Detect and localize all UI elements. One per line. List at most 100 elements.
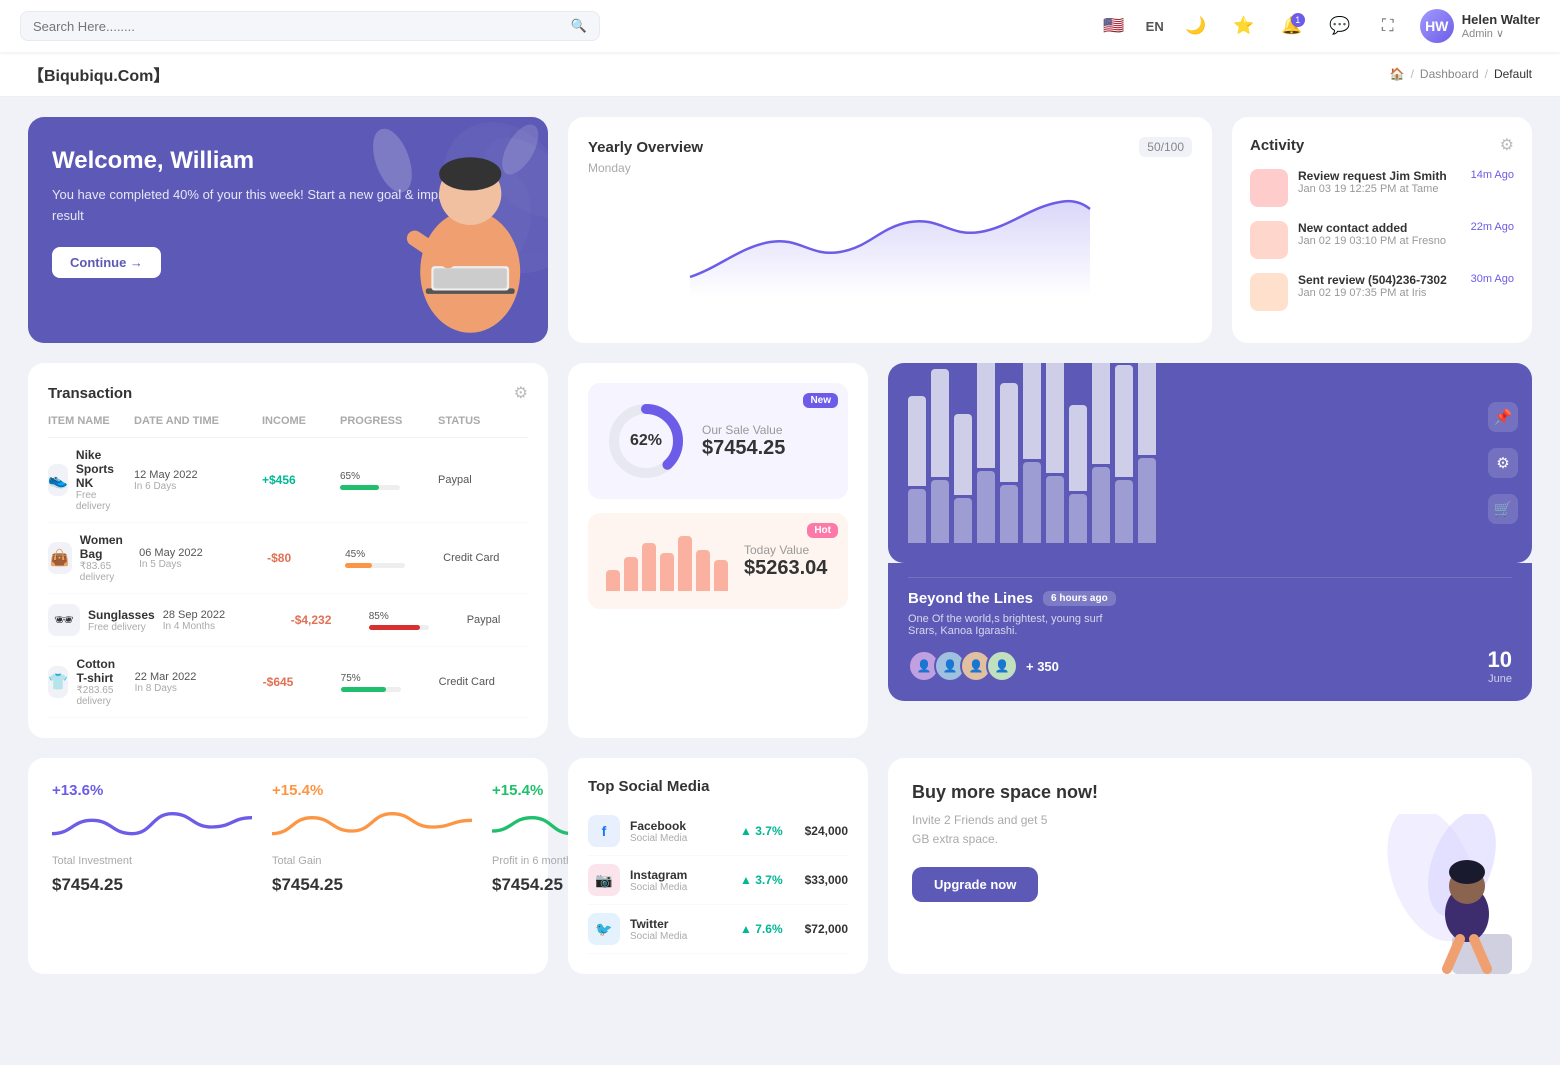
- beyond-date-section: 10 June: [1488, 647, 1512, 685]
- activity-thumb-1: [1250, 221, 1288, 259]
- progress-fill-2: [369, 625, 420, 630]
- activity-list: Review request Jim Smith Jan 03 19 12:25…: [1250, 169, 1514, 311]
- notification-icon[interactable]: 🔔 1: [1276, 10, 1308, 42]
- continue-button[interactable]: Continue →: [52, 247, 161, 278]
- sale-value-amount: $7454.25: [702, 437, 785, 460]
- stat-pct-1: +15.4%: [272, 782, 472, 799]
- bar-dark-7: [1069, 405, 1087, 491]
- social-title: Top Social Media: [588, 778, 709, 795]
- bar-dark-5: [1023, 363, 1041, 459]
- chart-cart-icon[interactable]: 🛒: [1488, 494, 1518, 524]
- social-sub-0: Social Media: [630, 833, 687, 844]
- bar-item-9: [1115, 365, 1133, 544]
- stats-card: +13.6% Total Investment $7454.25 +15.4% …: [28, 758, 548, 974]
- item-name-3: Cotton T-shirt: [76, 657, 126, 685]
- user-role: Admin ∨: [1462, 27, 1540, 40]
- activity-settings-button[interactable]: ⚙: [1500, 135, 1514, 155]
- date-main-2: 28 Sep 2022: [163, 609, 283, 621]
- progress-pct-0: 65%: [340, 471, 430, 482]
- bar-light-9: [1115, 480, 1133, 543]
- bar-light-10: [1138, 458, 1156, 544]
- search-bar[interactable]: 🔍: [20, 11, 600, 41]
- activity-thumb-0: [1250, 169, 1288, 207]
- star-icon[interactable]: ⭐: [1228, 10, 1260, 42]
- bar-item-2: [954, 414, 972, 543]
- beyond-footer: 👤 👤 👤 👤 + 350 10 June: [908, 647, 1512, 685]
- chart-gear-icon[interactable]: ⚙: [1488, 448, 1518, 478]
- item-cell-1: 👜 Women Bag ₹83.65 delivery: [48, 533, 131, 583]
- social-amount-2: $72,000: [805, 922, 848, 936]
- item-cell-2: 🕶 Sunglasses Free delivery: [48, 604, 155, 636]
- bar-light-3: [977, 471, 995, 543]
- upgrade-button[interactable]: Upgrade now: [912, 867, 1038, 902]
- buy-space-card: Buy more space now! Invite 2 Friends and…: [888, 758, 1532, 974]
- item-sub-1: ₹83.65 delivery: [80, 561, 131, 583]
- moon-icon[interactable]: 🌙: [1180, 10, 1212, 42]
- mini-bar-4: [678, 536, 692, 591]
- item-icon-0: 👟: [48, 464, 68, 496]
- bar-dark-6: [1046, 363, 1064, 473]
- item-icon-3: 👕: [48, 666, 68, 698]
- date-main-1: 06 May 2022: [139, 547, 259, 559]
- main-content: Welcome, William You have completed 40% …: [0, 97, 1560, 994]
- income-0: +$456: [262, 473, 332, 487]
- bar-dark-1: [931, 369, 949, 477]
- bar-item-6: [1046, 363, 1064, 543]
- progress-pct-1: 45%: [345, 549, 435, 560]
- sale-top: New 62% Our Sale Value $7454.25: [588, 383, 848, 499]
- stat-value-1: $7454.25: [272, 875, 472, 895]
- bar-light-4: [1000, 485, 1018, 544]
- bar-item-5: [1023, 363, 1041, 543]
- bar-item-0: [908, 396, 926, 543]
- date-main-3: 22 Mar 2022: [135, 671, 255, 683]
- bar-light-8: [1092, 467, 1110, 544]
- table-row: 👕 Cotton T-shirt ₹283.65 delivery 22 Mar…: [48, 647, 528, 718]
- social-sub-1: Social Media: [630, 882, 687, 893]
- transaction-settings-button[interactable]: ⚙: [514, 383, 528, 403]
- buy-figure: [1352, 814, 1532, 974]
- item-name-1: Women Bag: [80, 533, 131, 561]
- bar-dark-8: [1092, 363, 1110, 464]
- activity-thumb-2: [1250, 273, 1288, 311]
- home-icon[interactable]: 🏠: [1390, 67, 1405, 81]
- stat-pct-0: +13.6%: [52, 782, 252, 799]
- progress-pct-2: 85%: [369, 611, 459, 622]
- bar-item-10: [1138, 363, 1156, 543]
- flag-icon[interactable]: 🇺🇸: [1098, 10, 1130, 42]
- date-sub-3: In 8 Days: [135, 683, 255, 694]
- message-icon[interactable]: 💬: [1324, 10, 1356, 42]
- nav-right: 🇺🇸 EN 🌙 ⭐ 🔔 1 💬 ⛶ HW Helen Walter Admin …: [1098, 9, 1540, 43]
- hot-badge: Hot: [807, 523, 838, 538]
- breadcrumb-dashboard[interactable]: Dashboard: [1420, 67, 1479, 81]
- transaction-rows: 👟 Nike Sports NK Free delivery 12 May 20…: [48, 438, 528, 718]
- item-cell-0: 👟 Nike Sports NK Free delivery: [48, 448, 126, 512]
- fullscreen-icon[interactable]: ⛶: [1372, 10, 1404, 42]
- search-input[interactable]: [33, 19, 563, 34]
- social-card: Top Social Media f Facebook Social Media…: [568, 758, 868, 974]
- bar-dark-10: [1138, 363, 1156, 455]
- date-sub-2: In 4 Months: [163, 621, 283, 632]
- activity-title-1: New contact added: [1298, 221, 1446, 235]
- table-row: 🕶 Sunglasses Free delivery 28 Sep 2022 I…: [48, 594, 528, 647]
- breadcrumb-bar: 【Biqubiqu.Com】 🏠 / Dashboard / Default: [0, 52, 1560, 97]
- activity-subtitle-2: Jan 02 19 07:35 PM at Iris: [1298, 287, 1447, 299]
- new-badge: New: [803, 393, 838, 408]
- social-rows: f Facebook Social Media ▲ 3.7% $24,000 📷…: [588, 807, 848, 954]
- beyond-title: Beyond the Lines 6 hours ago: [908, 590, 1512, 607]
- item-icon-1: 👜: [48, 542, 72, 574]
- row1: Welcome, William You have completed 40% …: [28, 117, 1532, 343]
- date-cell-3: 22 Mar 2022 In 8 Days: [135, 671, 255, 694]
- social-info-0: Facebook Social Media: [630, 819, 687, 844]
- overview-badge: 50/100: [1139, 137, 1192, 157]
- social-icon-0: f: [588, 815, 620, 847]
- social-amount-0: $24,000: [805, 824, 848, 838]
- sale-card: New 62% Our Sale Value $7454.25 Hot: [568, 363, 868, 738]
- bar-light-1: [931, 480, 949, 543]
- bar-item-8: [1092, 363, 1110, 543]
- user-profile[interactable]: HW Helen Walter Admin ∨: [1420, 9, 1540, 43]
- activity-title-2: Sent review (504)236-7302: [1298, 273, 1447, 287]
- beyond-desc: One Of the world,s brightest, young surf…: [908, 613, 1512, 637]
- activity-time-0: 14m Ago: [1471, 169, 1514, 181]
- avatar: HW: [1420, 9, 1454, 43]
- chart-pin-icon[interactable]: 📌: [1488, 402, 1518, 432]
